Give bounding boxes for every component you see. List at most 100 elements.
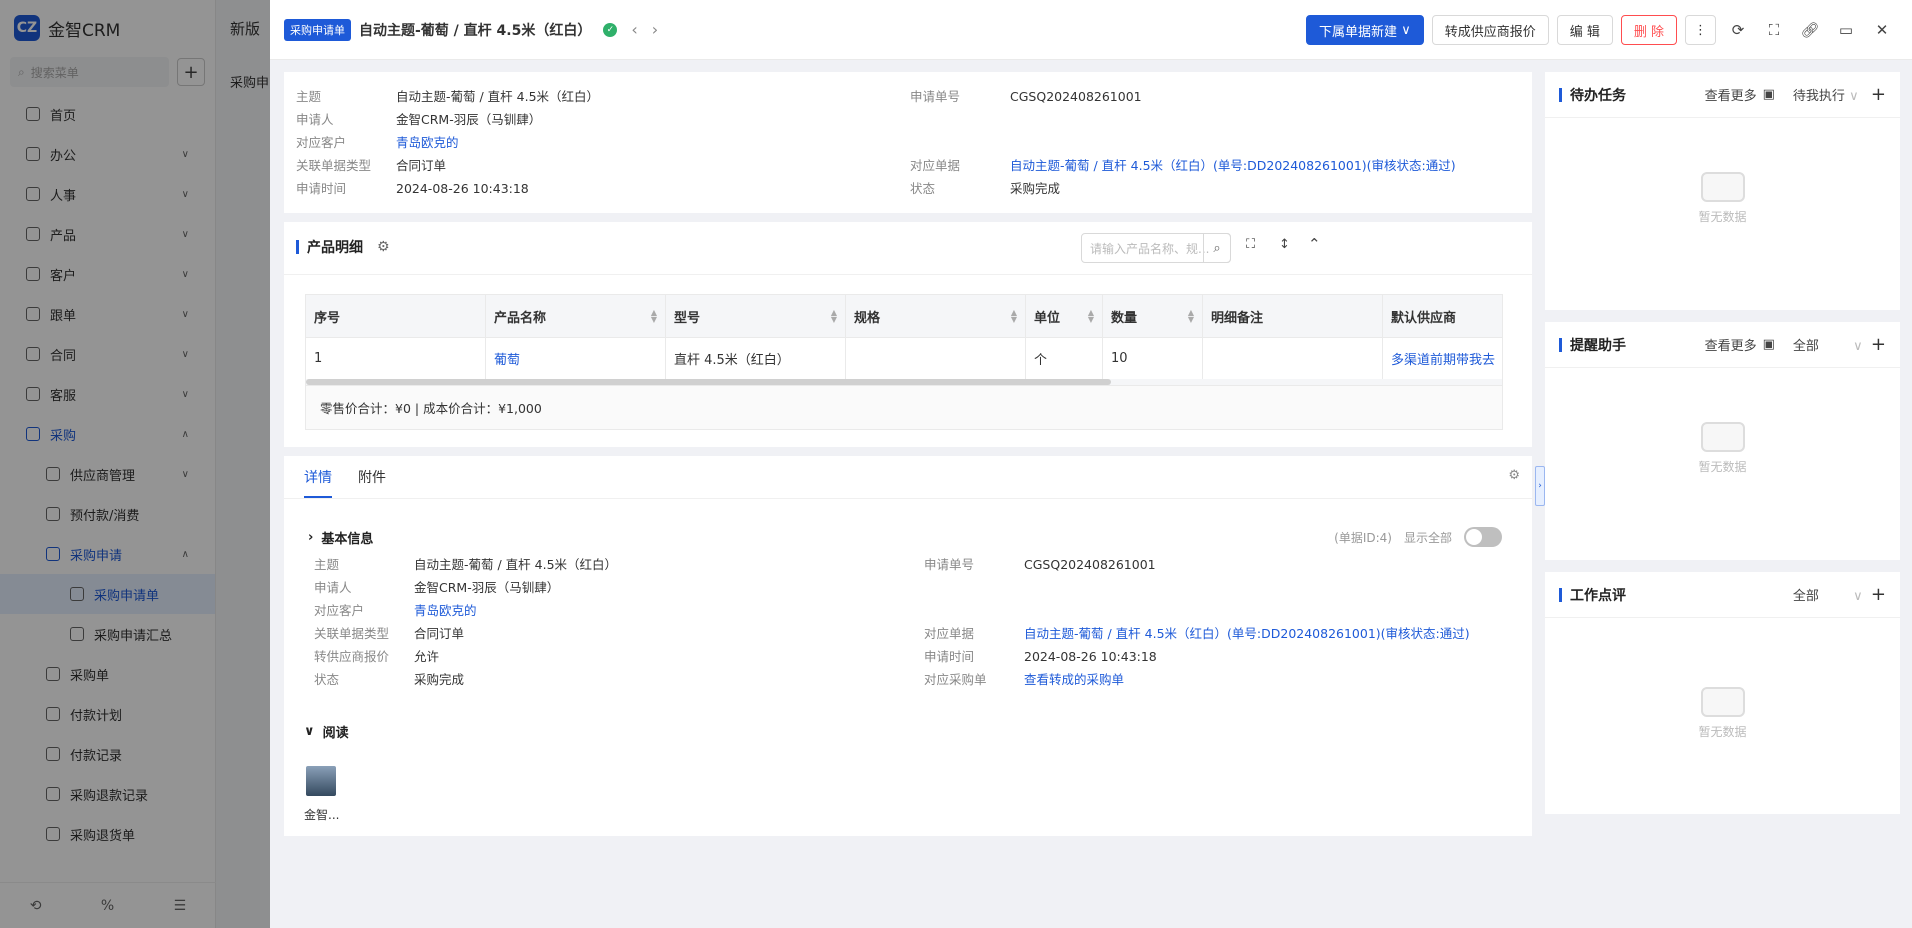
- show-all-label: 显示全部: [1403, 530, 1452, 545]
- section-bar: [1559, 337, 1562, 352]
- col-header: 默认供应商: [1383, 295, 1502, 337]
- todo-title-row: 待办任务: [1559, 85, 1626, 105]
- sort-icon[interactable]: ▲ ▼: [1011, 309, 1017, 324]
- col-header-label: 序号: [314, 310, 341, 326]
- modal-overlay[interactable]: [0, 0, 270, 928]
- calendar-icon: ▣: [1762, 87, 1775, 102]
- horizontal-scrollbar[interactable]: [306, 379, 1502, 385]
- reminder-card: 提醒助手 查看更多 ▣ 全部 ∨ + 暂无数据: [1545, 322, 1900, 560]
- cell-unit: 个: [1026, 338, 1103, 379]
- chevron-down-icon: ∨: [1853, 339, 1863, 354]
- tab-attachment[interactable]: 附件: [358, 456, 386, 498]
- more-label: 查看更多: [1704, 339, 1757, 354]
- reminder-more-link[interactable]: 查看更多 ▣: [1705, 335, 1775, 354]
- scrollbar-thumb[interactable]: [306, 379, 1111, 385]
- product-table: 序号 产品名称 ▲ ▼ 型号 ▲ ▼ 规格 ▲ ▼ 单位 ▲ ▼ 数量 ▲ ▼ 明细备注 默认供应商…: [305, 294, 1503, 430]
- close-icon[interactable]: ✕: [1868, 15, 1896, 45]
- next-arrow-icon[interactable]: ›: [652, 20, 658, 39]
- field-label: 对应单据: [924, 626, 975, 641]
- fullscreen-icon[interactable]: ⛶: [1760, 15, 1788, 45]
- gear-icon[interactable]: ⚙: [1508, 468, 1520, 483]
- detail-number: 申请单号 CGSQ202408261001: [924, 554, 1156, 573]
- field-label: 主题: [296, 89, 322, 104]
- product-table-header: 序号 产品名称 ▲ ▼ 型号 ▲ ▼ 规格 ▲ ▼ 单位 ▲ ▼ 数量 ▲ ▼ 明细备注 默认供应商: [306, 295, 1502, 337]
- summary-number: 申请单号 CGSQ202408261001: [910, 86, 1142, 105]
- review-filter-select[interactable]: 全部 ∨: [1793, 585, 1863, 604]
- chevron-right-icon: ›: [308, 530, 314, 545]
- basic-info-header[interactable]: › 基本信息: [308, 528, 373, 547]
- sort-icon[interactable]: ▲ ▼: [651, 309, 657, 324]
- avatar[interactable]: [306, 766, 336, 796]
- todo-more-link[interactable]: 查看更多 ▣: [1705, 85, 1775, 104]
- detail-po: 对应采购单 查看转成的采购单: [924, 669, 1124, 688]
- detail-applicant: 申请人 金智CRM-羽辰（马钏肆）: [314, 577, 559, 596]
- field-value: 采购完成: [1010, 181, 1061, 196]
- field-label: 状态: [314, 672, 340, 687]
- todo-empty: 暂无数据: [1545, 172, 1900, 225]
- field-value: 采购完成: [414, 672, 465, 687]
- prev-arrow-icon[interactable]: ‹: [631, 20, 637, 39]
- divider: [284, 274, 1532, 275]
- window-icon[interactable]: ▭: [1832, 15, 1860, 45]
- add-review-button[interactable]: +: [1871, 584, 1886, 605]
- col-header[interactable]: 规格 ▲ ▼: [846, 295, 1026, 337]
- todo-filter-select[interactable]: 待我执行 ∨: [1793, 85, 1863, 104]
- add-reminder-button[interactable]: +: [1871, 334, 1886, 355]
- drawer-title: 自动主题-葡萄 / 直杆 4.5米（红白）: [359, 22, 592, 39]
- search-icon[interactable]: ⌕: [1203, 233, 1231, 263]
- sort-icon[interactable]: ▲ ▼: [1188, 309, 1194, 324]
- basic-info-title: 基本信息: [321, 532, 374, 547]
- more-menu-button[interactable]: ⋮: [1685, 15, 1716, 45]
- empty-text: 暂无数据: [1698, 725, 1747, 739]
- delete-button[interactable]: 删 除: [1620, 15, 1677, 45]
- sort-icon[interactable]: ▲ ▼: [831, 309, 837, 324]
- tab-detail[interactable]: 详情: [304, 456, 332, 498]
- field-value: 金智CRM-羽辰（马钏肆）: [396, 112, 542, 127]
- summary-card: 主题 自动主题-葡萄 / 直杆 4.5米（红白） 申请人 金智CRM-羽辰（马钏肆）…: [284, 72, 1532, 213]
- vertical-resize-icon[interactable]: ↕: [1279, 237, 1290, 252]
- detail-subject: 主题 自动主题-葡萄 / 直杆 4.5米（红白）: [314, 554, 617, 573]
- cell-supplier[interactable]: 多渠道前期带我去: [1383, 338, 1502, 379]
- related-doc-link[interactable]: 自动主题-葡萄 / 直杆 4.5米（红白）(单号:DD202408261001)…: [1024, 626, 1470, 641]
- customer-link[interactable]: 青岛欧克的: [396, 135, 459, 150]
- filter-label: 全部: [1792, 589, 1819, 604]
- col-header[interactable]: 产品名称 ▲ ▼: [486, 295, 666, 337]
- detail-tabs-card: 详情 附件 ⚙ › 基本信息 (单据ID:4) 显示全部 主题 自动主题-葡萄 /…: [284, 456, 1532, 836]
- col-header-label: 规格: [854, 310, 881, 326]
- convert-quote-button[interactable]: 转成供应商报价: [1431, 15, 1549, 45]
- reminder-empty: 暂无数据: [1545, 422, 1900, 475]
- summary-reldoc: 对应单据 自动主题-葡萄 / 直杆 4.5米（红白）(单号:DD202408261…: [910, 155, 1456, 174]
- new-sub-doc-button[interactable]: 下属单据新建 ∨: [1306, 15, 1424, 45]
- section-bar: [1559, 587, 1562, 602]
- gear-icon[interactable]: ⚙: [377, 239, 390, 255]
- link-icon[interactable]: 🔗︎: [1796, 15, 1824, 45]
- col-header[interactable]: 型号 ▲ ▼: [666, 295, 846, 337]
- add-todo-button[interactable]: +: [1871, 84, 1886, 105]
- basic-info-tools: (单据ID:4) 显示全部: [1334, 527, 1502, 547]
- collapse-up-icon[interactable]: ⌃: [1308, 235, 1321, 253]
- refresh-icon[interactable]: ⟳: [1724, 15, 1752, 45]
- show-all-toggle[interactable]: [1464, 527, 1502, 547]
- field-label: 关联单据类型: [296, 158, 372, 173]
- field-label: 对应采购单: [924, 672, 987, 687]
- expand-icon[interactable]: ⛶: [1246, 237, 1255, 252]
- reminder-filter-select[interactable]: 全部 ∨: [1793, 335, 1863, 354]
- table-row[interactable]: 1 葡萄 直杆 4.5米（红白） 个 10 多渠道前期带我去: [306, 337, 1502, 379]
- read-header[interactable]: ∨ 阅读: [304, 722, 349, 741]
- col-header[interactable]: 单位 ▲ ▼: [1026, 295, 1103, 337]
- summary-subject: 主题 自动主题-葡萄 / 直杆 4.5米（红白）: [296, 86, 599, 105]
- sort-icon[interactable]: ▲ ▼: [1088, 309, 1094, 324]
- purchase-order-link[interactable]: 查看转成的采购单: [1024, 672, 1124, 687]
- product-table-footer: 零售价合计：¥0 | 成本价合计：¥1,000: [306, 385, 1502, 429]
- filter-label: 待我执行: [1792, 89, 1845, 104]
- related-doc-link[interactable]: 自动主题-葡萄 / 直杆 4.5米（红白）(单号:DD202408261001)…: [1010, 158, 1456, 173]
- col-header[interactable]: 数量 ▲ ▼: [1103, 295, 1203, 337]
- empty-box-icon: [1700, 687, 1745, 717]
- cell-product-name[interactable]: 葡萄: [486, 338, 666, 379]
- field-label: 申请时间: [924, 649, 975, 664]
- panel-collapse-handle[interactable]: ›: [1535, 466, 1545, 506]
- edit-button[interactable]: 编 辑: [1556, 15, 1613, 45]
- customer-link[interactable]: 青岛欧克的: [414, 603, 477, 618]
- field-label: 转供应商报价: [314, 649, 390, 664]
- empty-box-icon: [1700, 172, 1745, 202]
